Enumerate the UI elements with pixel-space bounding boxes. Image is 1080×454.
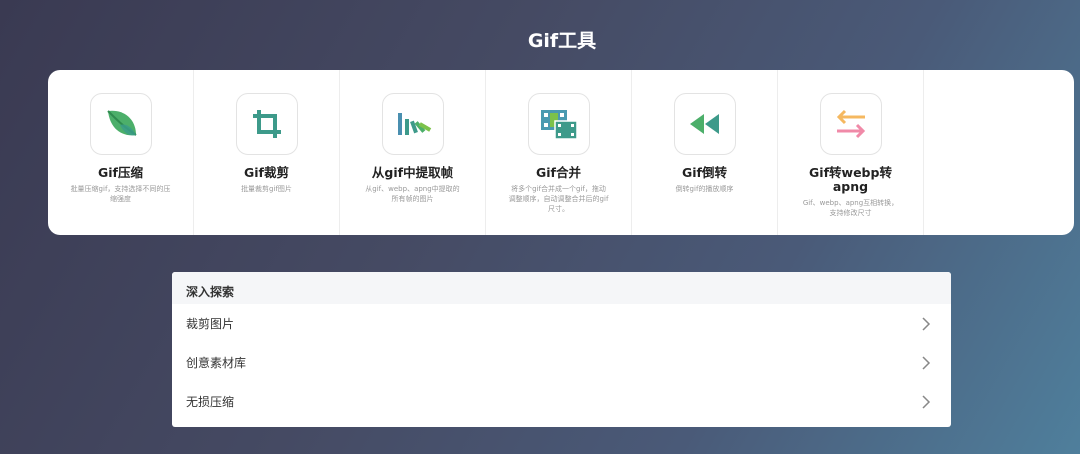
explore-item-label: 无损压缩	[186, 395, 235, 409]
explore-item-label: 裁剪图片	[186, 317, 235, 331]
page-title: Gif工具	[527, 30, 597, 52]
tool-gif-convert[interactable]: Gif转webp转apng Gif、webp、apng互相转换，支持修改尺寸	[778, 70, 924, 235]
explore-title: 深入探索	[172, 272, 951, 304]
leaf-icon	[89, 93, 152, 155]
convert-arrows-icon	[819, 93, 882, 155]
tool-name: Gif倒转	[682, 165, 727, 180]
explore-item-creative-library[interactable]: 创意素材库	[172, 343, 951, 382]
tool-desc: 将多个gif合并成一个gif，拖动调整顺序，自动调整合并后的gif尺寸。	[508, 185, 609, 213]
tool-name: Gif转webp转apng	[809, 165, 892, 194]
tool-name: Gif压缩	[98, 165, 143, 180]
tool-gif-compress[interactable]: Gif压缩 批量压缩gif，支持选择不同的压缩强度	[48, 70, 194, 235]
tool-desc: Gif、webp、apng互相转换，支持修改尺寸	[802, 199, 899, 217]
chevron-right-icon	[922, 394, 931, 409]
tool-gif-merge[interactable]: Gif合并 将多个gif合并成一个gif，拖动调整顺序，自动调整合并后的gif尺…	[486, 70, 632, 235]
chevron-right-icon	[922, 316, 931, 331]
film-merge-icon	[527, 93, 590, 155]
tool-name: Gif合并	[536, 165, 581, 180]
tool-desc: 批量压缩gif，支持选择不同的压缩强度	[70, 185, 171, 203]
tool-gif-crop[interactable]: Gif裁剪 批量裁剪gif图片	[194, 70, 340, 235]
tool-desc: 批量裁剪gif图片	[241, 185, 292, 193]
tool-extract-frames[interactable]: 从gif中提取帧 从gif、webp、apng中提取的所有帧的图片	[340, 70, 486, 235]
rewind-icon	[673, 93, 736, 155]
tool-desc: 倒转gif的播放顺序	[675, 185, 734, 193]
tool-desc: 从gif、webp、apng中提取的所有帧的图片	[365, 185, 460, 203]
empty-slot	[924, 70, 1074, 235]
frames-extract-icon	[381, 93, 444, 155]
explore-item-crop-image[interactable]: 裁剪图片	[172, 304, 951, 343]
explore-panel: 深入探索 裁剪图片 创意素材库 无损压缩	[172, 272, 951, 427]
explore-item-label: 创意素材库	[186, 356, 247, 370]
tool-gif-reverse[interactable]: Gif倒转 倒转gif的播放顺序	[632, 70, 778, 235]
tool-name: 从gif中提取帧	[371, 165, 454, 180]
tool-name: Gif裁剪	[244, 165, 289, 180]
chevron-right-icon	[922, 355, 931, 370]
tools-card: Gif压缩 批量压缩gif，支持选择不同的压缩强度 Gif裁剪 批量裁剪gif图…	[48, 70, 1074, 235]
explore-item-lossless-compress[interactable]: 无损压缩	[172, 382, 951, 421]
crop-icon	[235, 93, 298, 155]
